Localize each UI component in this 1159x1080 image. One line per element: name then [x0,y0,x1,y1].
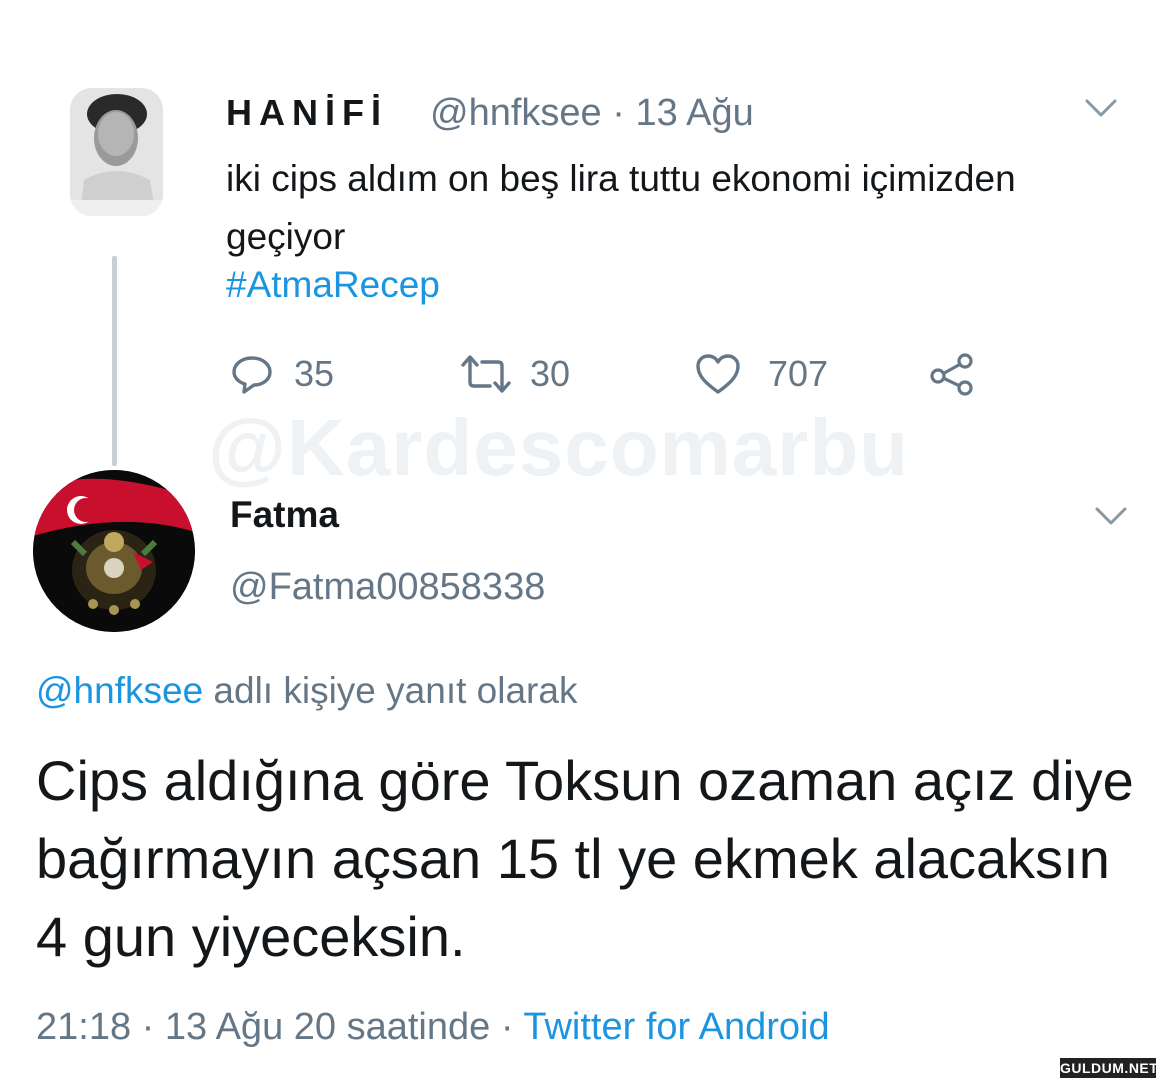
reply-timestamp[interactable]: 21:18 · 13 Ağu 20 saatinde [36,1006,490,1048]
tweet-date[interactable]: 13 Ağu [635,92,753,134]
reply-to-text: adlı kişiye yanıt olarak [203,670,578,711]
meta-separator: · [490,1006,524,1048]
reply-context: @hnfksee adlı kişiye yanıt olarak [36,670,577,712]
retweet-action[interactable]: 30 [460,352,570,396]
reply-icon [232,356,272,394]
tweet-date-separator: · [612,92,625,134]
reply-action[interactable]: 35 [230,352,334,396]
chevron-down-icon[interactable] [1094,506,1128,526]
like-icon [696,354,740,394]
reply-count: 35 [294,353,335,394]
like-action[interactable]: 707 [694,352,828,396]
reply-text: Cips aldığına göre Toksun ozaman açız di… [36,749,1134,968]
chevron-down-icon[interactable] [1084,98,1118,118]
share-action[interactable] [928,352,976,396]
tweet-author-handle[interactable]: @hnfksee [430,92,602,134]
tweet-author-name[interactable]: HANİFİ [226,92,388,134]
watermark: @Kardescomarbu [208,403,910,492]
site-logo: GULDUM.NET [1060,1058,1159,1078]
reply-source[interactable]: Twitter for Android [523,1006,829,1048]
share-icon [930,353,973,396]
reply-to-mention[interactable]: @hnfksee [36,670,203,711]
reply-author-name[interactable]: Fatma [230,494,339,536]
avatar-fatma[interactable] [33,470,195,632]
avatar-hanifi[interactable] [70,88,163,216]
tweet-text: iki cips aldım on beş lira tuttu ekonomi… [226,158,1016,257]
retweet-icon [461,355,511,393]
reply-meta: 21:18 · 13 Ağu 20 saatinde · Twitter for… [36,1006,830,1049]
tweet-hashtag[interactable]: #AtmaRecep [226,264,440,306]
tweet-author-handle-date: @hnfksee · 13 Ağu [430,92,754,135]
thread-connector-line [112,256,117,466]
retweet-count: 30 [530,353,571,394]
reply-author-handle[interactable]: @Fatma00858338 [230,566,545,609]
like-count: 707 [768,353,829,394]
